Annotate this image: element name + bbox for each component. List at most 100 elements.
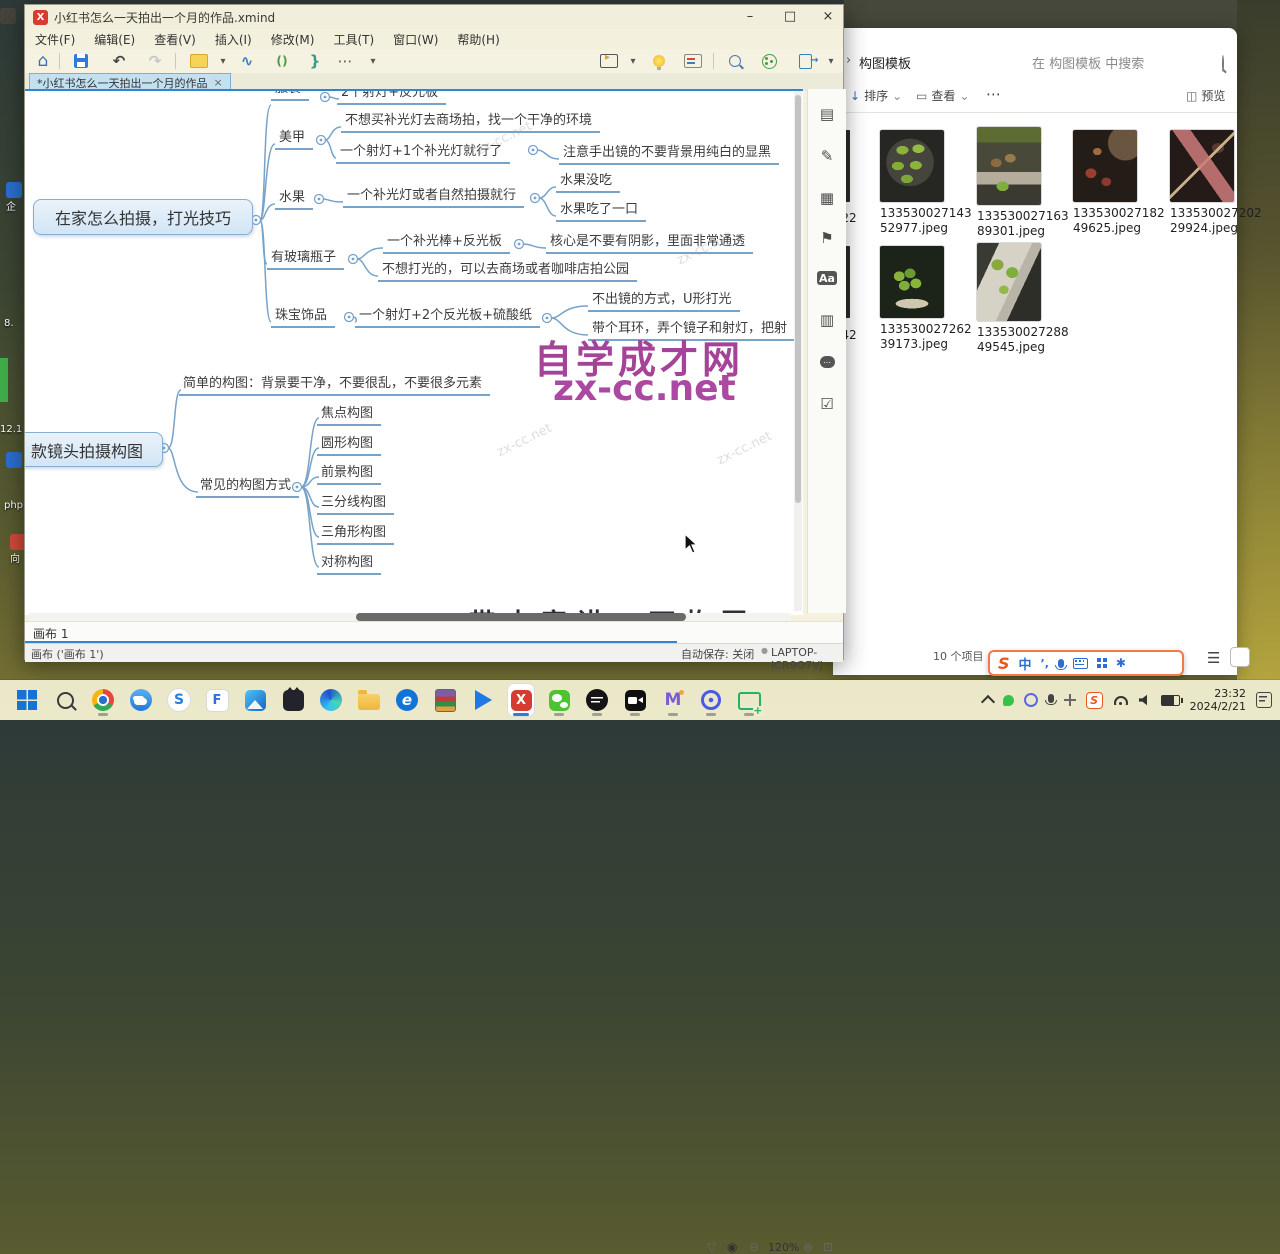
tray-microphone-icon[interactable] [1048, 694, 1054, 703]
battery-icon[interactable] [1161, 695, 1180, 706]
close-button[interactable]: × [813, 7, 843, 27]
mindmap-node[interactable]: 服装 [271, 89, 309, 101]
voice-input-icon[interactable] [1058, 659, 1064, 668]
tray-green-app-icon[interactable] [1003, 695, 1014, 706]
file-item[interactable]: 13353002720229924.jpeg [1170, 130, 1234, 236]
file-item[interactable]: 13353002726239173.jpeg [880, 246, 944, 352]
desktop-icon[interactable] [0, 8, 16, 24]
settings-icon[interactable]: ✱ [1116, 656, 1126, 670]
taskbar-wechat[interactable] [546, 684, 572, 716]
mindmap-topic-composition[interactable]: 款镜头拍摄构图 [25, 432, 163, 467]
mindmap-node[interactable]: 核心是不要有阴影，里面非常通透 [546, 230, 753, 254]
export-button[interactable] [793, 50, 817, 72]
undo-button[interactable]: ↶ [107, 50, 131, 72]
relationship-button[interactable]: ∿ [235, 50, 259, 72]
mindmap-topic-lighting[interactable]: 在家怎么拍摄，打光技巧 [33, 199, 253, 235]
search-input[interactable]: 在 构图模板 中搜索 [1032, 53, 1144, 72]
menu-window[interactable]: 窗口(W) [393, 31, 438, 48]
topic-caret[interactable]: ▾ [211, 50, 235, 72]
mindmap-node[interactable]: 水果吃了一口 [556, 198, 646, 222]
mindmap-node[interactable]: 不想打光的，可以去商场或者咖啡店拍公园 [378, 258, 637, 282]
comment-icon[interactable]: … [818, 353, 836, 371]
presentation-button[interactable] [597, 50, 621, 72]
taskbar-photos[interactable] [242, 684, 268, 716]
label-icon[interactable]: Aa [817, 271, 837, 285]
mindmap-node[interactable]: 一个补光棒+反光板 [383, 230, 510, 254]
file-item[interactable]: 13353002718249625.jpeg [1073, 130, 1137, 236]
more-tools-button[interactable]: ⋯ [333, 50, 357, 72]
menu-modify[interactable]: 修改(M) [271, 31, 315, 48]
notification-center-icon[interactable] [1256, 692, 1272, 708]
image-icon[interactable]: ▦ [818, 189, 836, 207]
mindmap-node[interactable]: 圆形构图 [317, 432, 381, 456]
filter-icon[interactable]: ▽ [707, 1240, 716, 1254]
menu-view[interactable]: 查看(V) [154, 31, 196, 48]
details-view-icon[interactable]: ☰ [1207, 649, 1220, 667]
mindmap-node[interactable]: 简单的构图：背景要干净，不要很乱，不要很多元素 [179, 372, 490, 396]
mindmap-node[interactable]: 珠宝饰品 [271, 304, 335, 328]
taskbar-black-app[interactable] [584, 684, 610, 716]
desktop-icon[interactable]: 企 [6, 182, 22, 213]
taskbar-winrar[interactable] [432, 684, 458, 716]
task-icon[interactable]: ☑ [818, 395, 836, 413]
zoom-in-icon[interactable]: ⊕ [803, 1240, 813, 1254]
taskbar-file-explorer[interactable] [356, 684, 382, 716]
export-caret[interactable]: ▾ [819, 50, 843, 72]
tray-ring-app-icon[interactable] [1024, 693, 1038, 707]
chinese-mode-icon[interactable]: 中 [1019, 654, 1032, 673]
more-options-button[interactable]: ⋯ [986, 85, 1001, 103]
mindmap-node[interactable]: 不出镜的方式，U形打光 [588, 288, 740, 312]
taskbar-player[interactable] [470, 684, 496, 716]
redo-button[interactable]: ↷ [143, 50, 167, 72]
search-icon[interactable] [1222, 55, 1224, 72]
file-item[interactable]: 13353002728849545.jpeg [977, 243, 1041, 355]
boundary-button[interactable]: ( ) [269, 50, 293, 72]
large-icons-view-button[interactable] [1230, 647, 1250, 667]
mindmap-node[interactable]: 水果没吃 [556, 169, 620, 193]
pitch-mode-button[interactable] [647, 50, 671, 72]
breadcrumb-chevron-icon[interactable]: › [846, 53, 851, 68]
breadcrumb[interactable]: 构图模板 [859, 53, 911, 72]
zoom-out-icon[interactable]: ⊖ [749, 1240, 759, 1254]
tab-close-icon[interactable]: × [214, 76, 223, 89]
desktop-icon[interactable] [0, 358, 8, 402]
presentation-caret[interactable]: ▾ [621, 50, 645, 72]
eye-icon[interactable]: ◉ [727, 1240, 737, 1254]
mindmap-node[interactable]: 一个补光灯或者自然拍摄就行 [343, 184, 524, 208]
marker-flag-icon[interactable]: ⚑ [818, 229, 836, 247]
desktop-icon-label[interactable]: 8. [4, 318, 14, 329]
mindmap-node[interactable]: 常见的构图方式 [196, 474, 299, 498]
taskbar-quark[interactable] [698, 684, 724, 716]
mindmap-node[interactable]: 三分线构图 [317, 491, 394, 515]
title-bar[interactable]: X 小红书怎么一天拍出一个月的作品.xmind [25, 5, 843, 29]
file-item[interactable]: 13353002716389301.jpeg [977, 127, 1041, 239]
format-panel-icon[interactable]: ▤ [818, 105, 836, 123]
taskbar-recorder[interactable] [622, 684, 648, 716]
fit-view-icon[interactable]: ⊡ [823, 1240, 833, 1254]
vertical-scrollbar-thumb[interactable] [795, 95, 801, 503]
taskbar-search-button[interactable] [52, 684, 78, 716]
taskbar-f-doc[interactable]: F [204, 684, 230, 716]
menu-file[interactable]: 文件(F) [35, 31, 75, 48]
slide-button[interactable] [681, 50, 705, 72]
mindmap-node[interactable]: 一个射灯+1个补光灯就行了 [336, 140, 510, 164]
preview-toggle-button[interactable]: ◫ 预览 [1186, 87, 1225, 104]
taskbar-cloud-browser[interactable] [128, 684, 154, 716]
mindmap-node[interactable]: 水果 [275, 186, 313, 210]
tray-plus-icon[interactable] [1064, 694, 1076, 706]
share-button[interactable] [757, 50, 781, 72]
minimize-button[interactable]: – [735, 7, 765, 27]
taskbar-m-app[interactable]: M [660, 684, 686, 716]
style-brush-icon[interactable]: ✎ [818, 147, 836, 165]
volume-icon[interactable] [1139, 695, 1151, 706]
mindmap-node[interactable]: 焦点构图 [317, 402, 381, 426]
taskbar-edge[interactable] [318, 684, 344, 716]
maximize-button[interactable]: □ [775, 7, 805, 27]
sogou-logo-icon[interactable]: S [998, 654, 1010, 673]
taskbar-s-app[interactable]: S [166, 684, 192, 716]
canvas-tab[interactable]: 画布 1 [33, 625, 68, 642]
tray-expand-icon[interactable] [981, 694, 995, 708]
punctuation-icon[interactable]: ’, [1041, 657, 1049, 670]
menu-insert[interactable]: 插入(I) [215, 31, 252, 48]
tray-sogou-icon[interactable]: S [1086, 692, 1103, 709]
